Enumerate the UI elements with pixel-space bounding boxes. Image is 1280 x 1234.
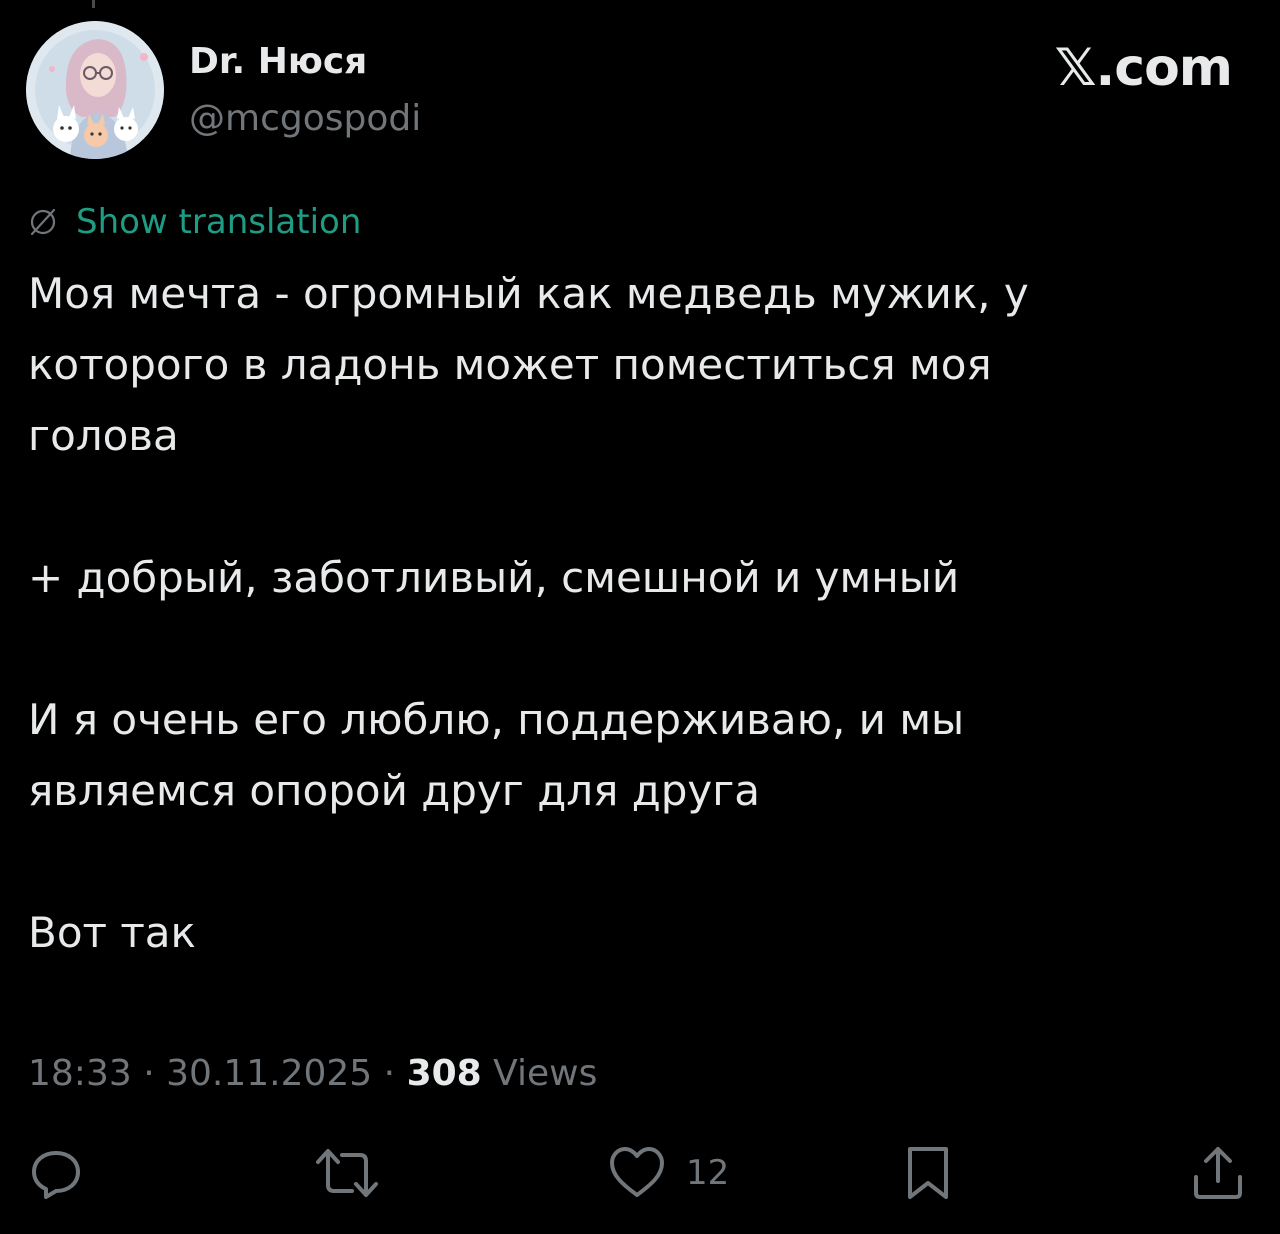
heart-icon [610, 1147, 664, 1197]
tweet-line: Моя мечта - огромный как медведь мужик, … [28, 269, 1029, 318]
bookmark-button[interactable] [904, 1140, 952, 1206]
tweet-line: являемся опорой друг для друга [28, 766, 761, 815]
views-count[interactable]: 308 [407, 1053, 482, 1094]
views-label: Views [493, 1053, 598, 1094]
meta-separator: · [131, 1053, 167, 1094]
avatar[interactable] [26, 21, 164, 159]
like-button[interactable]: 12 [608, 1140, 729, 1206]
bookmark-icon [908, 1147, 948, 1199]
tweet-text: Моя мечта - огромный как медведь мужик, … [28, 258, 1228, 968]
repost-icon [316, 1149, 378, 1197]
meta-separator: · [372, 1053, 407, 1094]
brand-logo: 𝕏.com [1054, 38, 1233, 98]
avatar-illustration [26, 21, 164, 159]
show-translation-button[interactable]: Show translation [26, 196, 361, 248]
tweet-line: которого в ладонь может поместиться моя [28, 340, 992, 389]
top-divider-tick [92, 0, 95, 8]
tweet-line: голова [28, 411, 179, 460]
tweet-meta: 18:33 · 30.11.2025 · 308 Views [28, 1048, 597, 1100]
share-icon [1194, 1147, 1242, 1199]
author-display-name[interactable]: Dr. Нюся [189, 38, 367, 86]
tweet-line: + добрый, заботливый, смешной и умный [28, 553, 960, 602]
share-button[interactable] [1190, 1140, 1246, 1206]
author-handle[interactable]: @mcgospodi [189, 95, 421, 143]
like-count: 12 [686, 1153, 730, 1193]
reply-button[interactable] [26, 1140, 86, 1206]
tweet-time[interactable]: 18:33 [28, 1053, 132, 1094]
globe-icon [30, 208, 56, 236]
tweet-date[interactable]: 30.11.2025 [166, 1053, 372, 1094]
show-translation-label: Show translation [76, 202, 362, 242]
repost-button[interactable] [314, 1140, 380, 1206]
reply-icon [32, 1151, 80, 1199]
tweet-line: И я очень его люблю, поддерживаю, и мы [28, 695, 965, 744]
tweet-line: Вот так [28, 908, 196, 957]
